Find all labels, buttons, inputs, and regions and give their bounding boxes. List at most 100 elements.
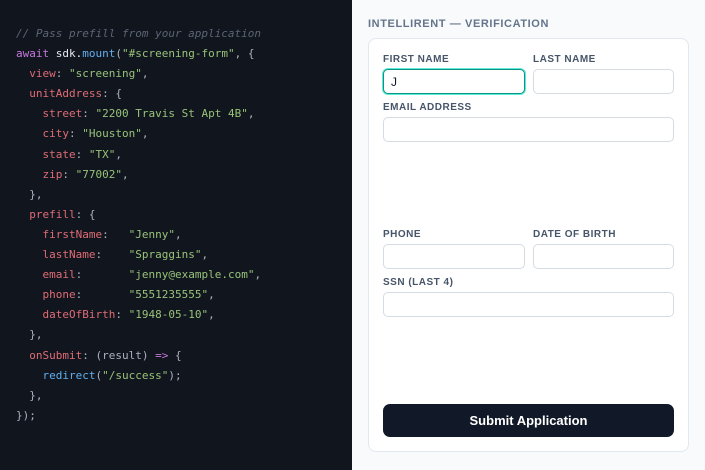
- code-token: firstName: [42, 227, 103, 241]
- code-token: state: [42, 147, 76, 161]
- code-token: "/success": [102, 368, 169, 382]
- code-token: lastName: [42, 248, 96, 262]
- code-line: });: [16, 409, 352, 429]
- code-token: "screening": [69, 67, 142, 81]
- code-token: =>: [155, 348, 169, 362]
- code-line: lastName: "Spraggins",: [16, 248, 352, 268]
- code-token: "TX": [88, 147, 116, 161]
- code-token: :: [55, 67, 69, 81]
- code-token: :: [75, 268, 129, 282]
- code-token: ,: [141, 67, 149, 81]
- code-token: unitAddress: [29, 87, 103, 101]
- code-token: ,: [208, 308, 215, 322]
- code-token: },: [16, 388, 43, 402]
- code-token: "jenny@example.com": [128, 268, 255, 282]
- date-of-birth-label: DATE OF BIRTH: [533, 229, 616, 240]
- code-token: :: [62, 167, 76, 181]
- code-token: (: [115, 47, 122, 61]
- code-token: mount: [82, 47, 116, 61]
- code-token: city: [42, 127, 70, 141]
- code-token: "5551235555": [128, 288, 209, 302]
- email-input[interactable]: [383, 117, 674, 142]
- submit-application-button[interactable]: Submit Application: [383, 404, 674, 437]
- code-token: },: [16, 328, 43, 342]
- code-line: street: "2200 Travis St Apt 4B",: [16, 107, 352, 127]
- code-token: },: [16, 187, 43, 201]
- panel-title: INTELLIRENT — VERIFICATION: [368, 18, 550, 30]
- first-name-input[interactable]: [383, 69, 525, 94]
- last-name-label: LAST NAME: [533, 54, 596, 65]
- ssn-group: SSN (LAST 4): [383, 276, 674, 317]
- code-token: , {: [234, 47, 255, 61]
- code-token: ,: [254, 268, 262, 282]
- code-token: "Jenny": [128, 227, 175, 241]
- code-token: : {: [102, 87, 122, 101]
- code-token: :: [102, 227, 129, 241]
- code-token: view: [29, 67, 56, 81]
- code-token: : (result): [82, 348, 156, 362]
- first-name-label: FIRST NAME: [383, 54, 450, 65]
- email-group: EMAIL ADDRESS: [383, 101, 674, 142]
- code-token: :: [75, 288, 129, 302]
- code-token: );: [168, 368, 182, 382]
- code-token: phone: [42, 288, 76, 302]
- code-token: "1948-05-10": [128, 308, 209, 322]
- code-token: ,: [247, 107, 255, 121]
- code-token: zip: [42, 167, 63, 181]
- code-token: ,: [201, 248, 209, 262]
- code-token: prefill: [29, 207, 76, 221]
- code-token: :: [69, 127, 83, 141]
- code-token: "Spraggins": [128, 248, 202, 262]
- code-line: unitAddress: {: [16, 87, 352, 107]
- code-line: prefill: {: [16, 208, 352, 228]
- first-name-group: FIRST NAME: [383, 53, 525, 94]
- last-name-group: LAST NAME: [533, 53, 674, 94]
- code-line: phone: "5551235555",: [16, 288, 352, 308]
- code-token: sdk.: [49, 47, 83, 61]
- code-token: "Houston": [82, 127, 142, 141]
- code-token: :: [82, 107, 96, 121]
- code-line: state: "TX",: [16, 148, 352, 168]
- email-label: EMAIL ADDRESS: [383, 102, 472, 113]
- code-token: ,: [121, 167, 129, 181]
- phone-input[interactable]: [383, 244, 525, 269]
- code-line: firstName: "Jenny",: [16, 228, 352, 248]
- phone-group: PHONE: [383, 228, 525, 269]
- code-line: },: [16, 328, 352, 348]
- code-token: await: [16, 47, 50, 61]
- code-token: onSubmit: [29, 348, 83, 362]
- code-token: ,: [115, 147, 122, 161]
- code-token: "#screening-form": [122, 47, 235, 61]
- code-token: "2200 Travis St Apt 4B": [95, 107, 248, 121]
- code-block: // Pass prefill from your application awa…: [16, 27, 352, 429]
- code-token: :: [75, 147, 89, 161]
- screening-form: FIRST NAME LAST NAME EMAIL ADDRESS PHONE…: [368, 38, 689, 452]
- code-line: },: [16, 389, 352, 409]
- code-token: // Pass prefill from your application: [16, 27, 262, 40]
- code-sample-panel: // Pass prefill from your application awa…: [0, 0, 352, 470]
- code-token: "77002": [75, 167, 122, 181]
- last-name-input[interactable]: [533, 69, 674, 94]
- code-token: ,: [208, 288, 215, 302]
- code-line: await sdk.mount("#screening-form", {: [16, 47, 352, 67]
- ssn-input[interactable]: [383, 292, 674, 317]
- code-line: email: "jenny@example.com",: [16, 268, 352, 288]
- code-token: dateOfBirth: [42, 308, 116, 322]
- code-line: // Pass prefill from your application: [16, 27, 352, 47]
- date-of-birth-input[interactable]: [533, 244, 674, 269]
- ssn-label: SSN (LAST 4): [383, 277, 454, 288]
- phone-label: PHONE: [383, 229, 422, 240]
- code-token: :: [115, 308, 129, 322]
- code-line: onSubmit: (result) => {: [16, 349, 352, 369]
